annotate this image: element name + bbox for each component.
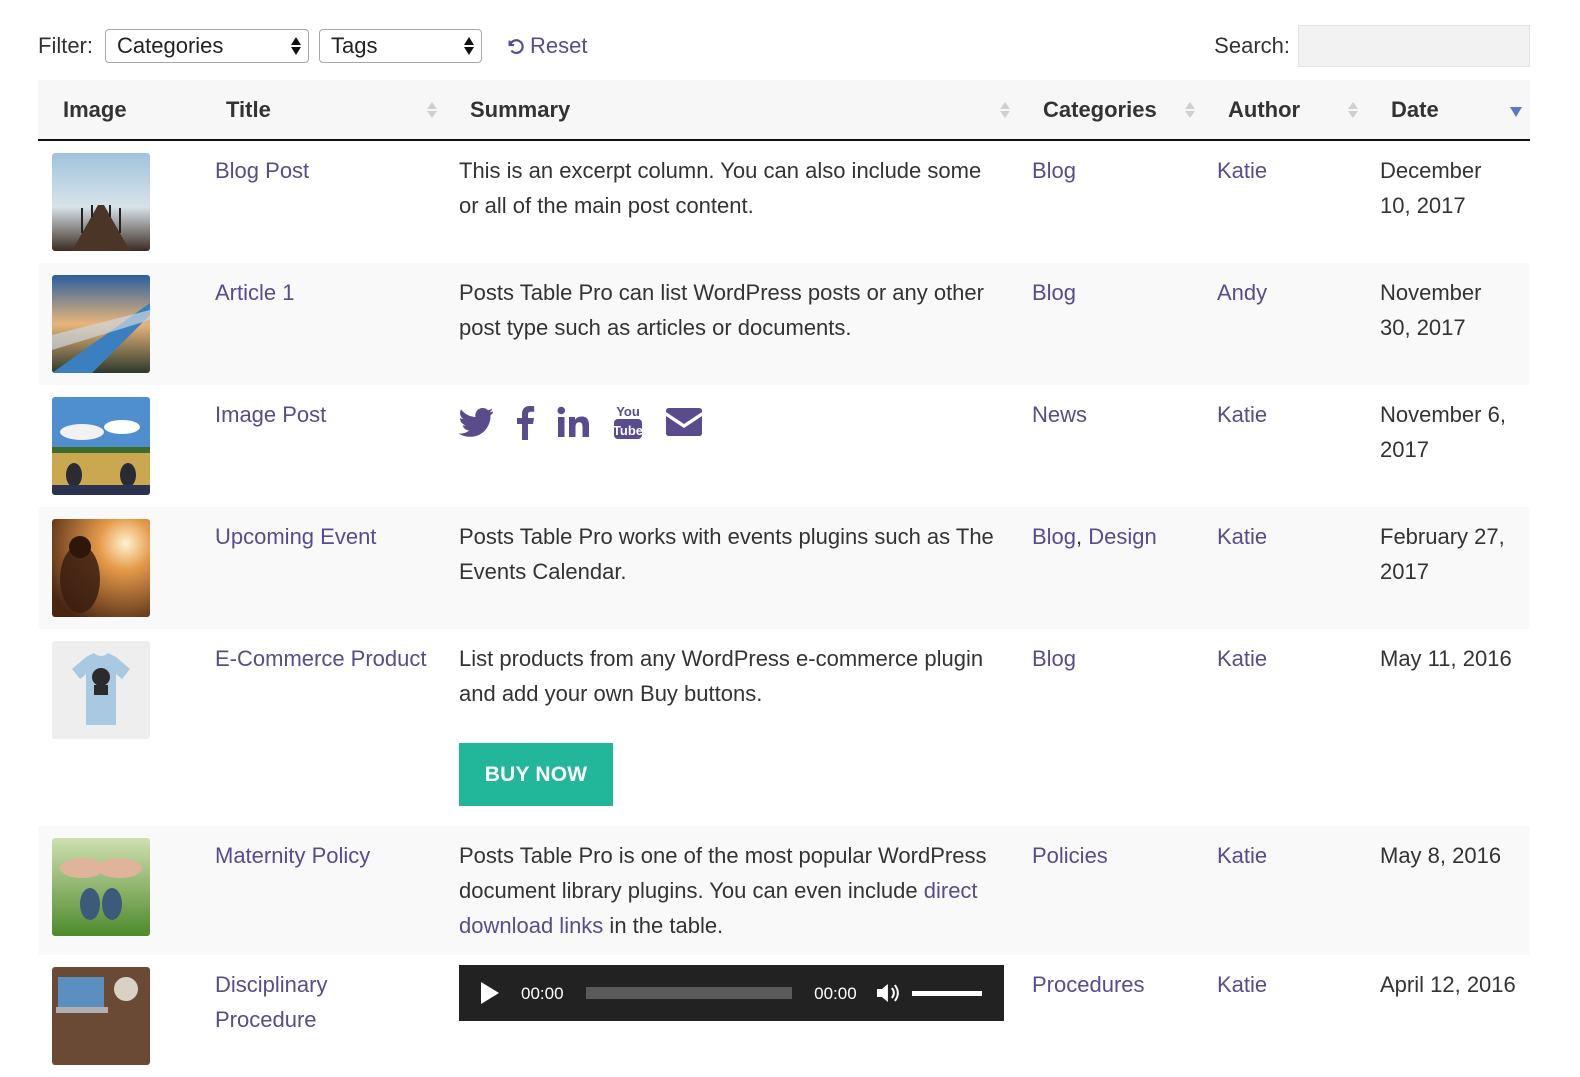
table-row: E-Commerce Product List products from an… xyxy=(38,629,1530,826)
audio-current-time: 00:00 xyxy=(521,983,564,1003)
select-arrows-icon xyxy=(291,35,301,57)
summary-cell: Posts Table Pro can list WordPress posts… xyxy=(459,280,984,340)
category-link[interactable]: Blog xyxy=(1032,280,1076,305)
filter-bar: Filter: Categories Tags Reset Search: xyxy=(38,25,1530,67)
search-wrap: Search: xyxy=(1214,25,1530,67)
post-title-link[interactable]: E-Commerce Product xyxy=(215,646,427,671)
post-title-link[interactable]: Maternity Policy xyxy=(215,843,370,868)
post-title-link[interactable]: Upcoming Event xyxy=(215,524,376,549)
summary-cell: List products from any WordPress e-comme… xyxy=(459,646,984,706)
play-icon[interactable] xyxy=(481,982,499,1004)
volume-icon[interactable] xyxy=(875,981,903,1005)
summary-cell: This is an excerpt column. You can also … xyxy=(459,158,982,218)
select-arrows-icon xyxy=(464,35,474,57)
summary-text: Posts Table Pro is one of the most popul… xyxy=(459,843,987,903)
table-row: Article 1 Posts Table Pro can list WordP… xyxy=(38,263,1530,385)
column-header-summary[interactable]: Summary xyxy=(445,80,1018,141)
tags-select[interactable]: Tags xyxy=(319,29,482,63)
category-link[interactable]: Procedures xyxy=(1032,972,1145,997)
table-row: Maternity Policy Posts Table Pro is one … xyxy=(38,826,1530,955)
author-link[interactable]: Katie xyxy=(1217,402,1267,427)
volume-slider[interactable] xyxy=(912,990,982,996)
sort-icon xyxy=(427,101,437,118)
category-link[interactable]: Design xyxy=(1088,524,1156,549)
table-header-row: Image Title Summary Categories Author Da… xyxy=(38,80,1530,141)
column-header-date[interactable]: Date xyxy=(1366,80,1530,141)
category-separator: , xyxy=(1076,524,1089,549)
author-link[interactable]: Katie xyxy=(1217,158,1267,183)
filter-label: Filter: xyxy=(38,33,93,58)
categories-select-value: Categories xyxy=(117,33,224,58)
column-header-categories[interactable]: Categories xyxy=(1018,80,1203,141)
linkedin-icon[interactable] xyxy=(557,406,591,438)
svg-text:You: You xyxy=(616,404,640,419)
table-row: Upcoming Event Posts Table Pro works wit… xyxy=(38,507,1530,629)
category-link[interactable]: Policies xyxy=(1032,843,1108,868)
social-icons: You Tube xyxy=(459,401,1004,443)
laptop-desk-photo[interactable] xyxy=(52,967,150,1065)
baby-shoes-photo[interactable] xyxy=(52,838,150,936)
category-link[interactable]: Blog xyxy=(1032,524,1076,549)
post-title-link[interactable]: Blog Post xyxy=(215,158,309,183)
facebook-icon[interactable] xyxy=(515,404,535,440)
author-link[interactable]: Katie xyxy=(1217,524,1267,549)
summary-cell: Posts Table Pro works with events plugin… xyxy=(459,524,994,584)
category-link[interactable]: Blog xyxy=(1032,646,1076,671)
category-link[interactable]: News xyxy=(1032,402,1087,427)
sort-icon xyxy=(1000,101,1010,118)
author-link[interactable]: Katie xyxy=(1217,646,1267,671)
email-icon[interactable] xyxy=(665,407,703,437)
road-sky-photo[interactable] xyxy=(52,275,150,373)
audio-progress-bar[interactable] xyxy=(585,987,793,999)
column-header-title[interactable]: Title xyxy=(201,80,445,141)
date-cell: February 27, 2017 xyxy=(1380,524,1505,584)
audio-duration: 00:00 xyxy=(814,983,857,1003)
categories-select[interactable]: Categories xyxy=(105,29,309,63)
post-title-link[interactable]: Image Post xyxy=(215,402,326,427)
post-title-link[interactable]: Disciplinary Procedure xyxy=(215,972,327,1032)
posts-table: Image Title Summary Categories Author Da… xyxy=(38,80,1530,1077)
date-cell: April 12, 2016 xyxy=(1380,972,1516,997)
sort-icon xyxy=(1348,101,1358,118)
date-cell: November 30, 2017 xyxy=(1380,280,1482,340)
tags-select-value: Tags xyxy=(331,33,378,58)
twitter-icon[interactable] xyxy=(459,407,493,437)
sort-desc-icon xyxy=(1510,106,1522,117)
buy-now-button[interactable]: BUY NOW xyxy=(459,743,613,806)
search-label: Search: xyxy=(1214,33,1290,58)
date-cell: May 8, 2016 xyxy=(1380,843,1502,868)
author-link[interactable]: Andy xyxy=(1217,280,1267,305)
youtube-icon[interactable]: You Tube xyxy=(613,403,643,441)
table-row: Image Post You Tube News Katie November … xyxy=(38,385,1530,507)
date-cell: November 6, 2017 xyxy=(1380,402,1506,462)
author-link[interactable]: Katie xyxy=(1217,972,1267,997)
table-row: Disciplinary Procedure 00:00 00:00 Proce… xyxy=(38,955,1530,1077)
pier-photo[interactable] xyxy=(52,153,150,251)
reset-link[interactable]: Reset xyxy=(506,33,587,59)
audio-player: 00:00 00:00 xyxy=(459,965,1004,1021)
field-feet-photo[interactable] xyxy=(52,397,150,495)
search-input[interactable] xyxy=(1298,25,1530,67)
column-header-author[interactable]: Author xyxy=(1203,80,1366,141)
sunset-couple-photo[interactable] xyxy=(52,519,150,617)
table-row: Blog Post This is an excerpt column. You… xyxy=(38,140,1530,263)
category-link[interactable]: Blog xyxy=(1032,158,1076,183)
reset-icon xyxy=(508,39,524,54)
svg-text:Tube: Tube xyxy=(613,423,643,438)
post-title-link[interactable]: Article 1 xyxy=(215,280,294,305)
date-cell: December 10, 2017 xyxy=(1380,158,1482,218)
tshirt-photo[interactable] xyxy=(52,641,150,739)
date-cell: May 11, 2016 xyxy=(1380,646,1512,671)
reset-label: Reset xyxy=(530,33,588,58)
summary-text: in the table. xyxy=(603,913,724,938)
column-header-image: Image xyxy=(38,80,201,141)
sort-icon xyxy=(1185,101,1195,118)
author-link[interactable]: Katie xyxy=(1217,843,1267,868)
